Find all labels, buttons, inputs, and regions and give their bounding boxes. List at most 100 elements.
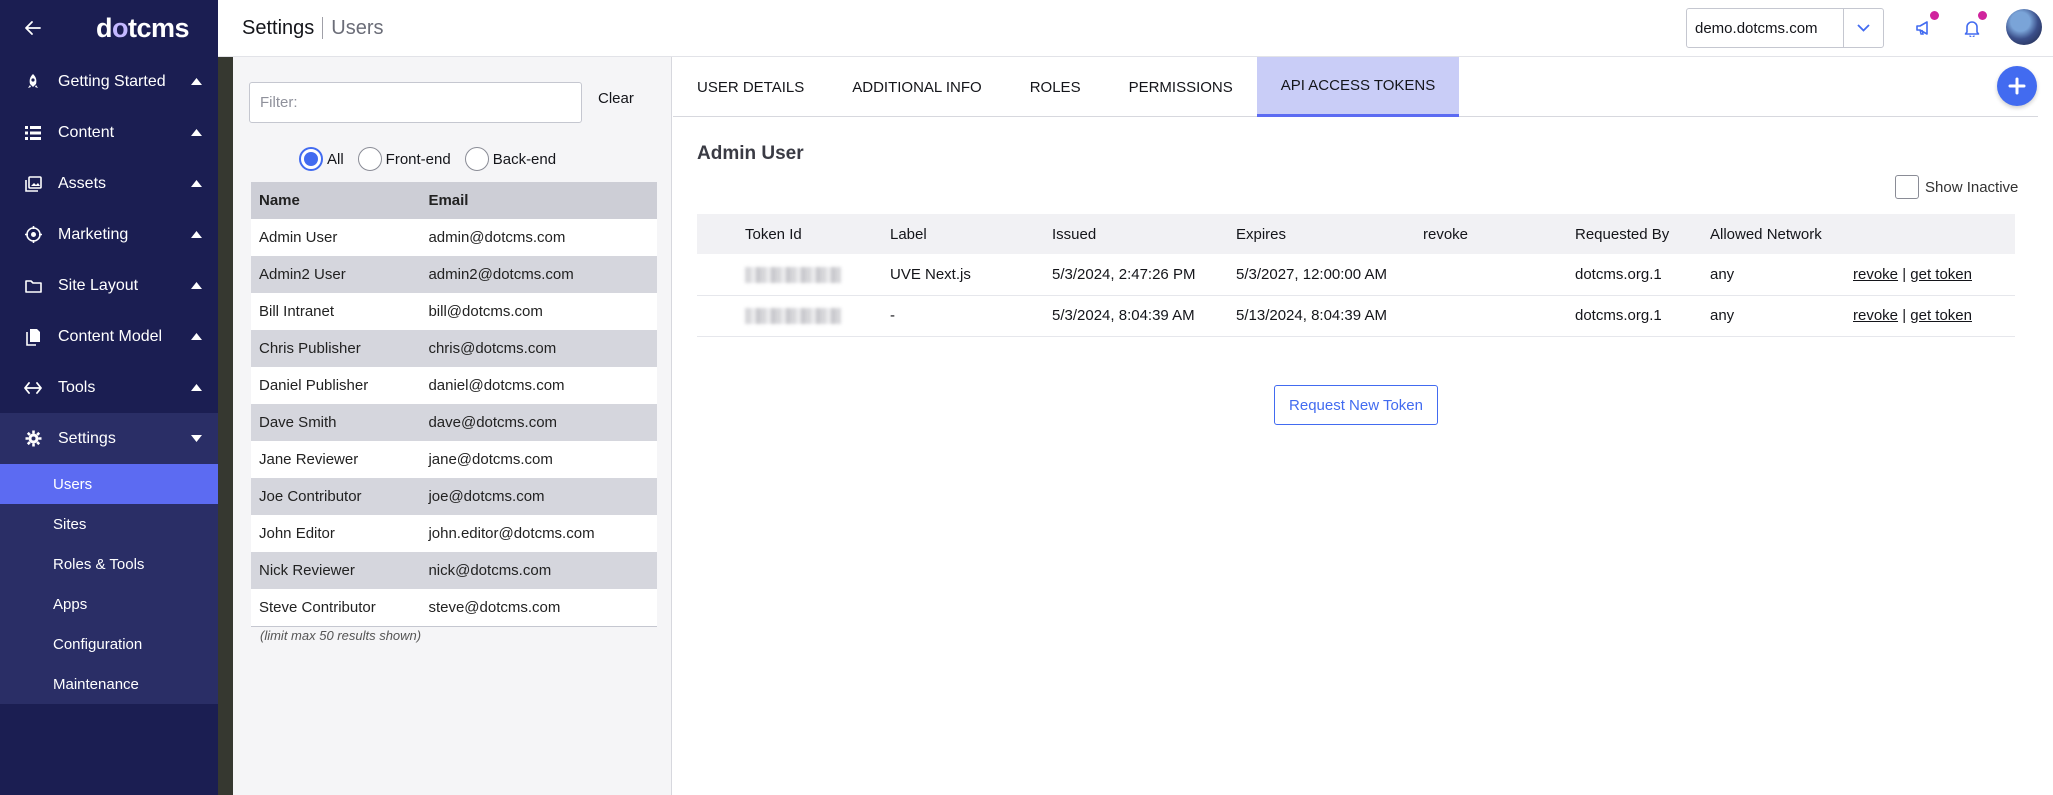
get-token-link[interactable]: get token [1910,307,1972,324]
table-row[interactable]: Bill Intranet bill@dotcms.com [251,293,657,330]
nav-label: Site Layout [58,276,139,294]
column-header-name[interactable]: Name [251,182,421,219]
nav-label: Marketing [58,225,129,243]
column-header-token-id: Token Id [745,214,890,254]
caret-up-icon [190,76,202,88]
sidebar-item-apps[interactable]: Apps [0,584,218,624]
folder-icon [22,275,44,297]
sidebar-header: dotcms [0,0,218,56]
table-row[interactable]: Daniel Publisher daniel@dotcms.com [251,367,657,404]
user-name: Jane Reviewer [251,441,421,478]
avatar[interactable] [2006,9,2042,45]
user-type-radio-group: All Front-end Back-end [299,147,570,171]
column-header-email[interactable]: Email [420,182,657,219]
action-separator: | [1902,265,1907,283]
add-user-button[interactable] [1997,66,2037,106]
row-spacer [697,295,745,337]
radio-front-end[interactable]: Front-end [357,147,451,171]
table-row[interactable]: Steve Contributor steve@dotcms.com [251,589,657,627]
table-row[interactable]: Admin2 User admin2@dotcms.com [251,256,657,293]
table-row[interactable]: Dave Smith dave@dotcms.com [251,404,657,441]
nav-label: Assets [58,174,107,192]
radio-circle [464,147,489,171]
sidebar-item-configuration[interactable]: Configuration [0,624,218,664]
images-icon [22,173,44,195]
table-row[interactable]: John Editor john.editor@dotcms.com [251,515,657,552]
sidebar-item-maintenance[interactable]: Maintenance [0,664,218,704]
user-name: Admin2 User [251,256,421,293]
nav-label: Content [58,123,115,141]
get-token-link[interactable]: get token [1910,266,1972,283]
radio-all[interactable]: All [299,147,344,171]
sidebar-item-users[interactable]: Users [0,464,218,504]
caret-up-icon [190,382,202,394]
site-selector-value: demo.dotcms.com [1695,19,1818,37]
sidebar-item-sites[interactable]: Sites [0,504,218,544]
tokens-table-header: Token Id Label Issued Expires revoke Req… [697,214,2015,254]
site-selector[interactable]: demo.dotcms.com [1686,8,1884,48]
rocket-icon [22,71,44,93]
user-email: admin2@dotcms.com [420,256,657,293]
target-icon [22,224,44,246]
table-row[interactable]: Jane Reviewer jane@dotcms.com [251,441,657,478]
list-icon [22,122,44,144]
users-table: Name Email Admin User admin@dotcms.com Ad… [251,182,657,627]
nav-settings[interactable]: Settings [0,413,218,464]
users-table-header: Name Email [251,182,657,219]
nav-getting-started[interactable]: Getting Started [0,56,218,107]
show-inactive-label: Show Inactive [1925,178,2019,196]
radio-label: Back-end [492,150,557,168]
nav-assets[interactable]: Assets [0,158,218,209]
user-email: steve@dotcms.com [420,589,657,627]
breadcrumb-settings[interactable]: Settings [242,17,314,40]
dotcms-logo[interactable]: dotcms [96,13,190,44]
sidebar-item-roles-tools[interactable]: Roles & Tools [0,544,218,584]
table-row[interactable]: Nick Reviewer nick@dotcms.com [251,552,657,589]
user-name: John Editor [251,515,421,552]
nav-tools[interactable]: Tools [0,362,218,413]
revoke-link[interactable]: revoke [1853,307,1898,324]
nav-label: Settings [58,429,116,447]
caret-up-icon [190,331,202,343]
nav-content-model[interactable]: Content Model [0,311,218,362]
notification-dot [1978,11,1987,20]
filter-input[interactable] [249,82,582,123]
user-email: admin@dotcms.com [420,219,657,256]
caret-up-icon [190,280,202,292]
user-email: jane@dotcms.com [420,441,657,478]
selected-user-title: Admin User [697,143,804,164]
tab-roles[interactable]: ROLES [1006,57,1105,117]
user-name: Chris Publisher [251,330,421,367]
column-header-allowed-network: Allowed Network [1710,214,1853,254]
column-header-requested-by: Requested By [1575,214,1710,254]
table-row[interactable]: Admin User admin@dotcms.com [251,219,657,256]
back-arrow-icon[interactable] [22,17,44,39]
bell-icon[interactable] [1958,11,1987,42]
table-row: - 5/3/2024, 8:04:39 AM 5/13/2024, 8:04:3… [697,295,2015,337]
tab-user-details[interactable]: USER DETAILS [673,57,828,117]
nav-marketing[interactable]: Marketing [0,209,218,260]
tab-permissions[interactable]: PERMISSIONS [1105,57,1257,117]
announcements-icon[interactable] [1910,11,1939,42]
radio-circle [299,147,323,171]
user-name: Joe Contributor [251,478,421,515]
clear-button[interactable]: Clear [598,90,634,107]
chevron-down-icon[interactable] [1843,9,1883,47]
code-arrows-icon [22,377,44,399]
table-row[interactable]: Chris Publisher chris@dotcms.com [251,330,657,367]
tab-additional-info[interactable]: ADDITIONAL INFO [828,57,1005,117]
tab-api-access-tokens[interactable]: API ACCESS TOKENS [1256,57,1460,117]
user-email: joe@dotcms.com [420,478,657,515]
show-inactive-checkbox[interactable] [1895,175,1919,199]
request-new-token-button[interactable]: Request New Token [1274,385,1438,425]
radio-back-end[interactable]: Back-end [464,147,557,171]
revoke-link[interactable]: revoke [1853,266,1898,283]
nav-content[interactable]: Content [0,107,218,158]
table-row[interactable]: Joe Contributor joe@dotcms.com [251,478,657,515]
user-email: chris@dotcms.com [420,330,657,367]
user-tabs: USER DETAILS ADDITIONAL INFO ROLES PERMI… [673,57,2038,117]
breadcrumb-separator [322,17,324,39]
nav-site-layout[interactable]: Site Layout [0,260,218,311]
show-inactive-toggle: Show Inactive [1895,175,2018,199]
user-email: bill@dotcms.com [420,293,657,330]
